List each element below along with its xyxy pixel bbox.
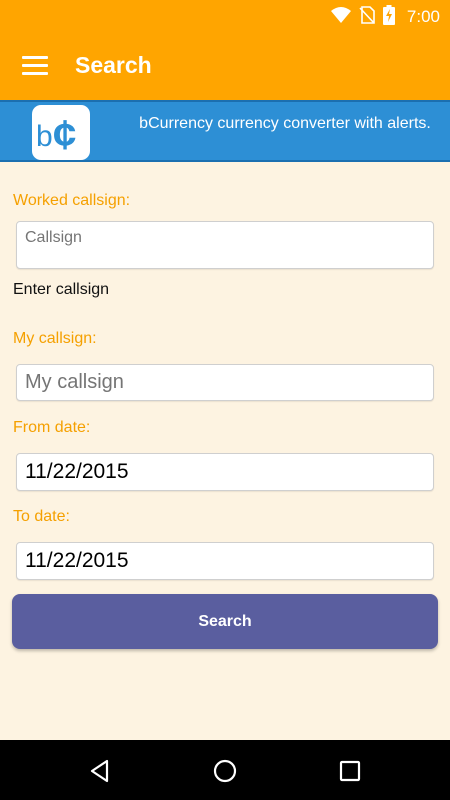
worked-callsign-label: Worked callsign: <box>13 192 131 209</box>
recents-icon[interactable] <box>337 758 363 784</box>
to-date-field[interactable] <box>16 542 434 580</box>
hamburger-menu-icon[interactable] <box>22 56 48 78</box>
my-callsign-input[interactable] <box>17 365 433 400</box>
to-date-input[interactable] <box>17 543 433 579</box>
navigation-bar <box>0 740 450 800</box>
home-icon[interactable] <box>212 758 238 784</box>
back-icon[interactable] <box>87 758 113 784</box>
page-title: Search <box>75 52 152 78</box>
from-date-input[interactable] <box>17 454 433 490</box>
svg-text:b: b <box>36 120 53 153</box>
search-button[interactable]: Search <box>12 594 438 649</box>
to-date-label: To date: <box>13 508 70 525</box>
worked-callsign-input[interactable] <box>17 222 433 254</box>
from-date-label: From date: <box>13 419 91 436</box>
my-callsign-field[interactable] <box>16 364 434 401</box>
battery-charging-icon <box>382 4 395 30</box>
ad-banner[interactable]: b ¢ bCurrency currency converter with al… <box>0 100 450 162</box>
app-bar: Search <box>0 34 450 100</box>
status-icons: 7:00 <box>330 4 440 30</box>
status-bar: 7:00 <box>0 0 450 34</box>
bcurrency-logo-icon: b ¢ <box>32 105 90 160</box>
wifi-icon <box>330 6 351 28</box>
worked-callsign-field[interactable] <box>16 221 434 269</box>
worked-callsign-helper: Enter callsign <box>13 281 110 298</box>
my-callsign-label: My callsign: <box>13 330 97 347</box>
no-sim-icon <box>359 5 375 29</box>
status-time: 7:00 <box>406 7 440 26</box>
banner-text: bCurrency currency converter with alerts… <box>139 115 431 132</box>
from-date-field[interactable] <box>16 453 434 491</box>
svg-text:¢: ¢ <box>53 111 76 158</box>
